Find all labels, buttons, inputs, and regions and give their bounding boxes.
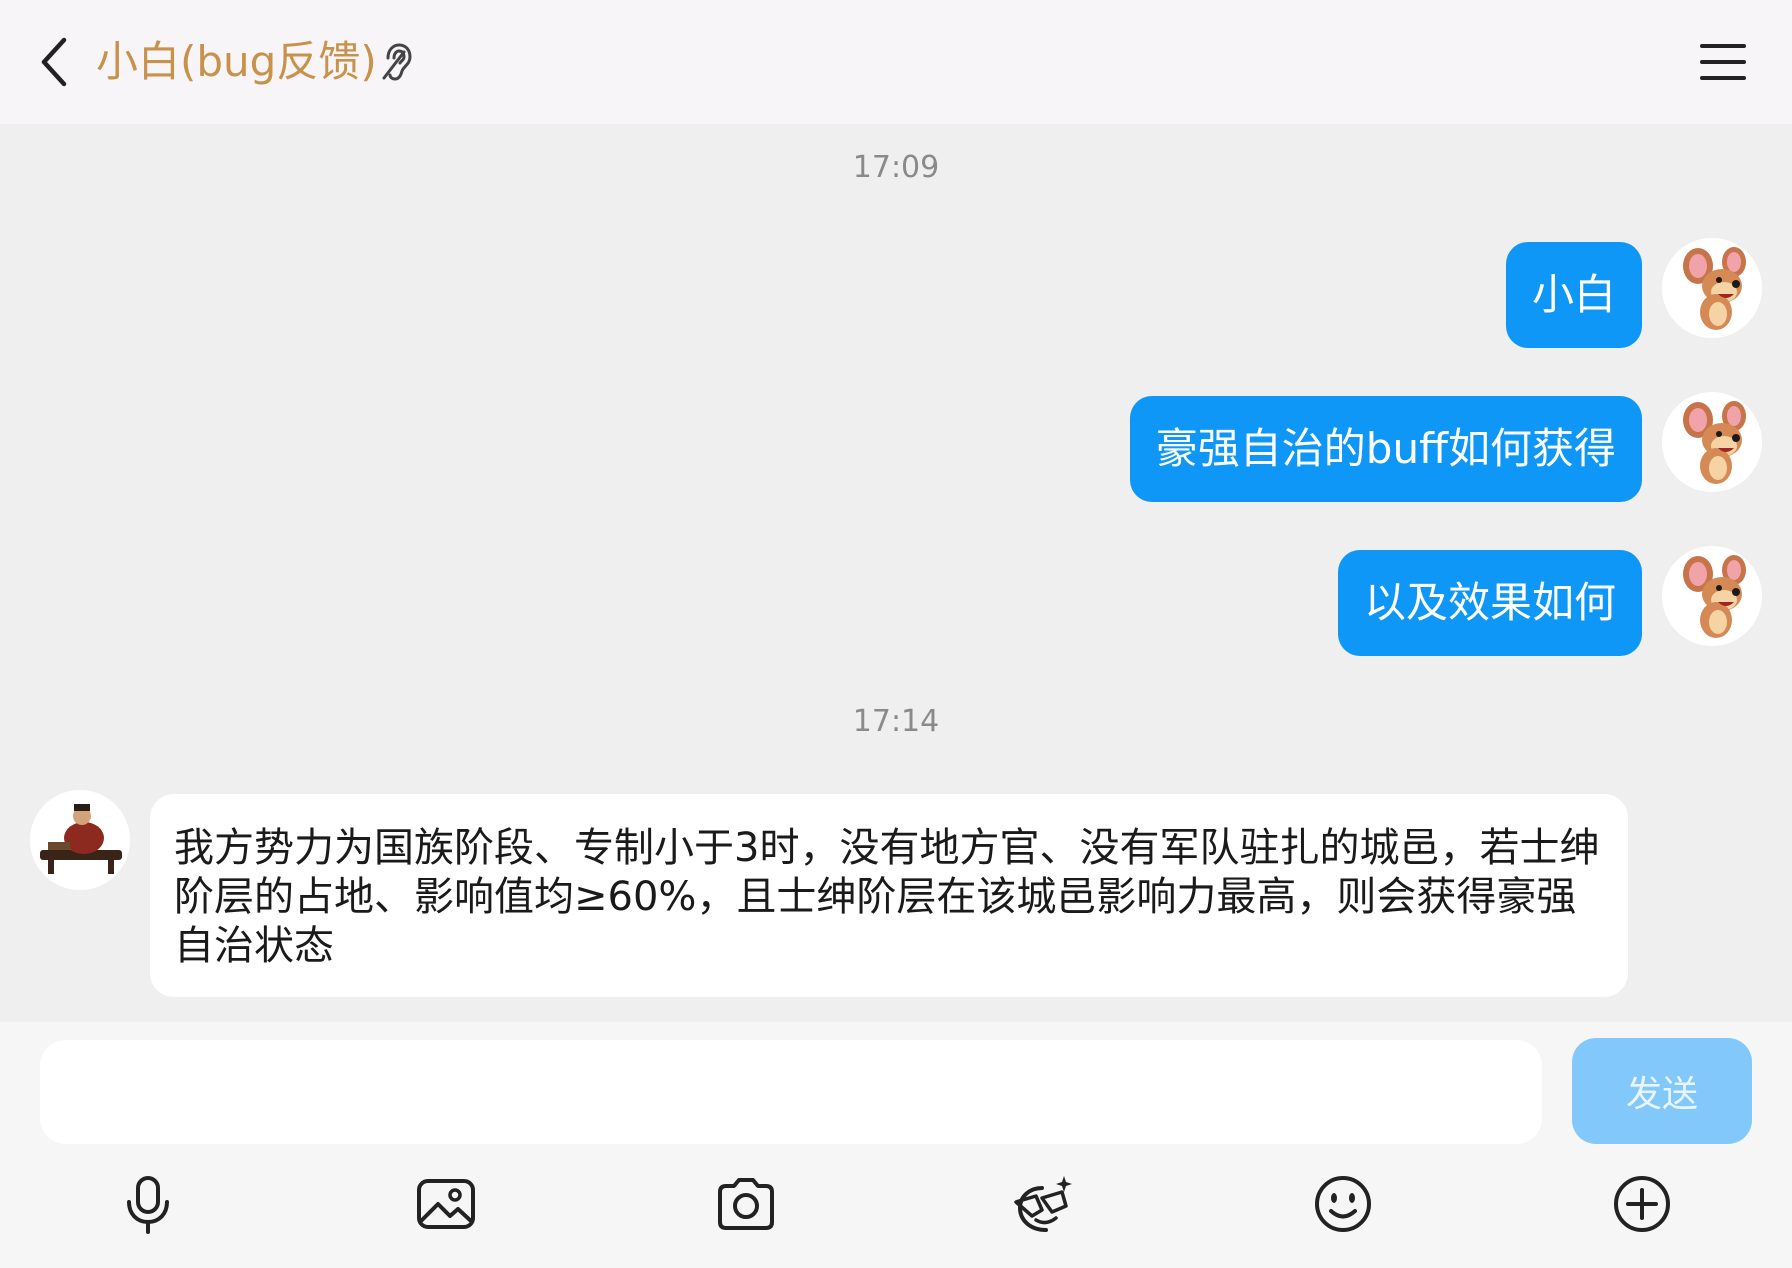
back-button[interactable] <box>30 32 80 92</box>
user-avatar[interactable] <box>1662 546 1762 646</box>
mouse-avatar-icon <box>1662 546 1762 646</box>
outgoing-message[interactable]: 小白 <box>1505 242 1642 348</box>
composer-bar: 发送 <box>0 1022 1792 1268</box>
mouse-avatar-icon <box>1662 392 1762 492</box>
camera-icon[interactable] <box>714 1172 778 1236</box>
chat-header: 小白(bug反馈) <box>0 0 1792 124</box>
hamburger-menu-icon <box>1700 44 1746 80</box>
timestamp: 17:09 <box>852 150 940 185</box>
sticker-icon[interactable] <box>1012 1172 1076 1236</box>
warrior-avatar-icon <box>30 790 130 890</box>
ear-icon[interactable] <box>380 42 416 84</box>
outgoing-message[interactable]: 豪强自治的buff如何获得 <box>1129 396 1642 502</box>
bot-avatar[interactable] <box>30 790 130 890</box>
chevron-left-icon <box>41 37 67 87</box>
mouse-avatar-icon <box>1662 238 1762 338</box>
send-button[interactable]: 发送 <box>1572 1038 1752 1144</box>
microphone-icon[interactable] <box>116 1172 180 1236</box>
incoming-message[interactable]: 我方势力为国族阶段、专制小于3时，没有地方官、没有军队驻扎的城邑，若士绅阶层的占… <box>150 794 1628 997</box>
message-input[interactable] <box>40 1040 1542 1144</box>
user-avatar[interactable] <box>1662 238 1762 338</box>
outgoing-message[interactable]: 以及效果如何 <box>1337 550 1642 656</box>
chat-title: 小白(bug反馈) <box>96 37 377 86</box>
user-avatar[interactable] <box>1662 392 1762 492</box>
message-list[interactable]: 17:09 小白 豪强自治的buff如何获得 以及效果如何 17:14 我方势力… <box>0 124 1792 1022</box>
image-icon[interactable] <box>414 1172 478 1236</box>
timestamp: 17:14 <box>852 704 940 739</box>
plus-icon[interactable] <box>1610 1172 1674 1236</box>
emoji-icon[interactable] <box>1311 1172 1375 1236</box>
menu-button[interactable] <box>1698 40 1748 84</box>
